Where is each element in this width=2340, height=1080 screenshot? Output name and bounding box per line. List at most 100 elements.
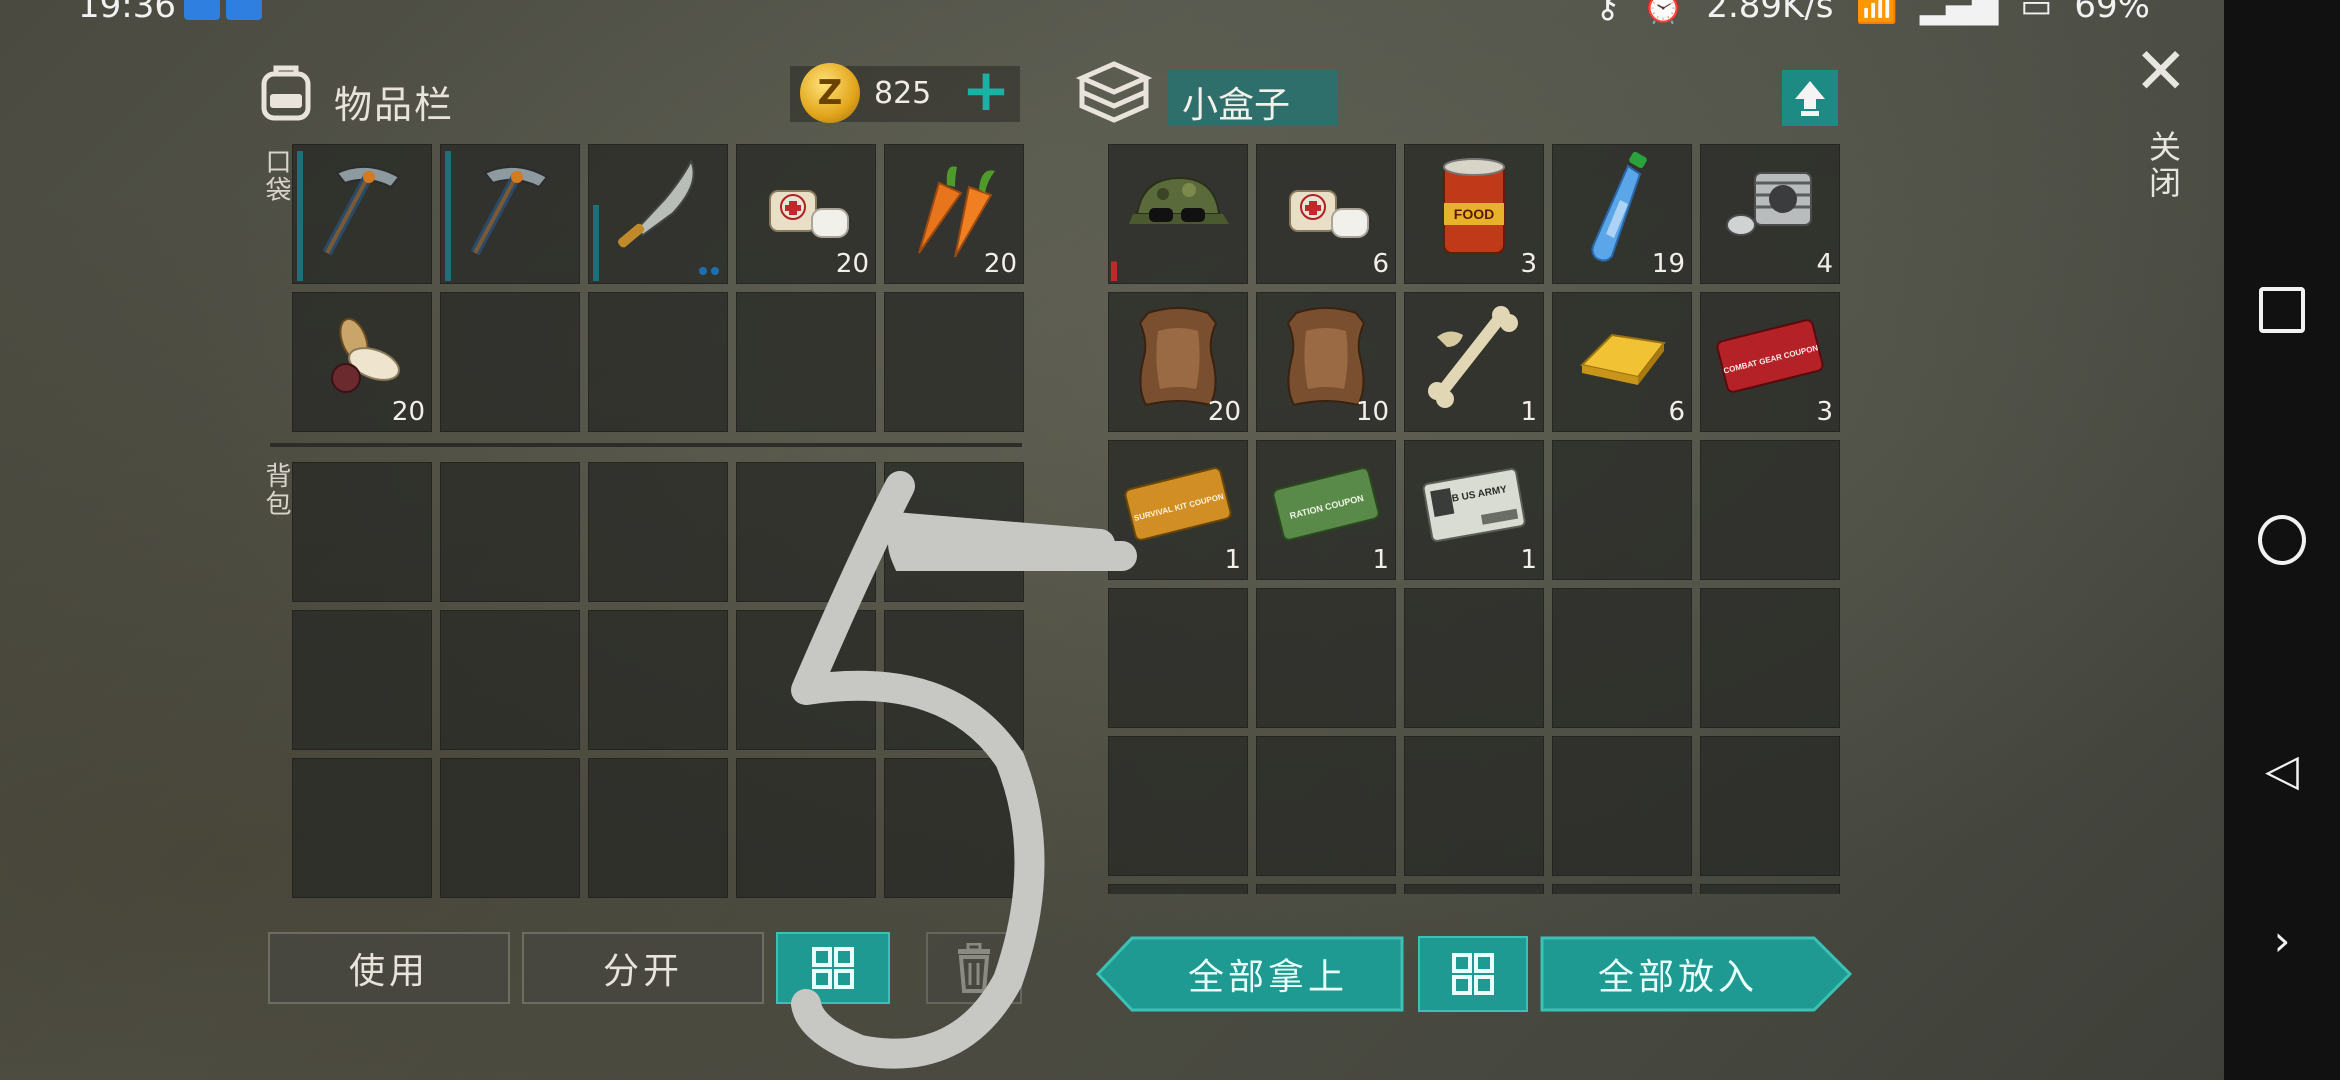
inventory-slot[interactable] bbox=[440, 144, 580, 284]
close-button[interactable]: ✕ bbox=[2134, 40, 2188, 104]
container-slot[interactable]: 4 bbox=[1700, 144, 1840, 284]
put-all-button[interactable]: 全部放入 bbox=[1540, 936, 1816, 1012]
container-slot[interactable]: 1 bbox=[1404, 292, 1544, 432]
home-button[interactable] bbox=[2258, 516, 2306, 564]
network-speed: 2.89K/s bbox=[1706, 0, 1834, 26]
durability-bar bbox=[593, 205, 599, 281]
carrot-icon bbox=[918, 166, 995, 258]
key-icon: ⚷ bbox=[1595, 0, 1620, 26]
item-count: 6 bbox=[1372, 249, 1389, 279]
grid-view-button[interactable] bbox=[776, 932, 890, 1004]
container-slot[interactable] bbox=[1700, 588, 1840, 728]
backpack-slot[interactable] bbox=[736, 610, 876, 750]
container-slot[interactable] bbox=[1404, 736, 1544, 876]
backpack-slot[interactable] bbox=[292, 758, 432, 898]
container-slot[interactable]: 10 bbox=[1256, 292, 1396, 432]
status-bar: 19:36 ⚷ ⏰ 2.89K/s 📶 ▂▄▆ ▭ 69% bbox=[0, 0, 2220, 30]
backpack-slot[interactable] bbox=[588, 758, 728, 898]
take-all-button[interactable]: 全部拿上 bbox=[1130, 936, 1406, 1012]
container-grid-viewport[interactable]: 6 FOOD 3 19 4 20 10 1 6 COMBAT GEAR COUP… bbox=[1108, 144, 1842, 894]
container-grid-view-button[interactable] bbox=[1418, 936, 1528, 1012]
container-slot[interactable] bbox=[1700, 884, 1840, 894]
hide-icon bbox=[1286, 307, 1366, 407]
combat-gear-coupon-icon: COMBAT GEAR COUPON bbox=[1716, 319, 1824, 394]
backpack-slot[interactable] bbox=[884, 462, 1024, 602]
container-slot[interactable] bbox=[1700, 736, 1840, 876]
container-slot[interactable]: 6 bbox=[1256, 144, 1396, 284]
backpack-slot[interactable] bbox=[588, 462, 728, 602]
pocket-label: 口袋 bbox=[261, 148, 291, 204]
trash-button[interactable] bbox=[926, 932, 1022, 1004]
container-slot[interactable]: RATION COUPON 1 bbox=[1256, 440, 1396, 580]
split-button[interactable]: 分开 bbox=[522, 932, 764, 1004]
ration-coupon-icon: RATION COUPON bbox=[1272, 467, 1380, 542]
container-slot[interactable] bbox=[1700, 440, 1840, 580]
notification-icon bbox=[226, 0, 262, 20]
container-slot[interactable]: FOOD 3 bbox=[1404, 144, 1544, 284]
backpack-slot[interactable] bbox=[736, 462, 876, 602]
backpack-slot[interactable] bbox=[588, 610, 728, 750]
item-count: 19 bbox=[1651, 249, 1685, 279]
container-slot[interactable]: 20 bbox=[1108, 292, 1248, 432]
recents-button[interactable] bbox=[2258, 286, 2306, 334]
inventory-slot[interactable] bbox=[588, 144, 728, 284]
wifi-icon: 📶 bbox=[1855, 0, 1898, 26]
container-slot[interactable] bbox=[1108, 588, 1248, 728]
backpack-slot[interactable] bbox=[736, 758, 876, 898]
clock: 19:36 bbox=[78, 0, 176, 26]
inventory-slot[interactable]: 20 bbox=[292, 292, 432, 432]
inventory-slot[interactable]: 20 bbox=[736, 144, 876, 284]
backpack-slot[interactable] bbox=[884, 610, 1024, 750]
item-count: 1 bbox=[1224, 545, 1241, 575]
container-slot[interactable] bbox=[1256, 884, 1396, 894]
container-slot[interactable] bbox=[1552, 884, 1692, 894]
food-can-icon: FOOD bbox=[1443, 158, 1505, 255]
battery-icon: ▭ bbox=[2020, 0, 2053, 26]
container-slot[interactable] bbox=[1108, 736, 1248, 876]
trash-icon bbox=[958, 943, 990, 993]
survival-kit-coupon-icon: SURVIVAL KIT COUPON bbox=[1124, 467, 1232, 542]
inventory-slot[interactable] bbox=[440, 292, 580, 432]
backpack-slot[interactable] bbox=[292, 610, 432, 750]
use-button[interactable]: 使用 bbox=[268, 932, 510, 1004]
item-count: 6 bbox=[1668, 397, 1685, 427]
nav-expand-button[interactable]: › bbox=[2258, 916, 2306, 965]
container-slot[interactable] bbox=[1256, 588, 1396, 728]
section-divider bbox=[270, 443, 1022, 447]
item-count: 1 bbox=[1520, 397, 1537, 427]
pocket-grid: 20 20 20 bbox=[292, 144, 1024, 432]
container-slot[interactable] bbox=[1552, 440, 1692, 580]
container-slot[interactable] bbox=[1404, 884, 1544, 894]
backpack-slot[interactable] bbox=[884, 758, 1024, 898]
container-title: 小盒子 bbox=[1182, 85, 1291, 126]
inventory-slot[interactable] bbox=[588, 292, 728, 432]
container-slot[interactable]: 19 bbox=[1552, 144, 1692, 284]
container-slot[interactable] bbox=[1108, 144, 1248, 284]
container-slot[interactable]: 6 bbox=[1552, 292, 1692, 432]
engine-cylinder-icon bbox=[1726, 172, 1812, 237]
container-slot[interactable] bbox=[1552, 736, 1692, 876]
bandage-icon bbox=[769, 190, 849, 239]
sort-upload-button[interactable] bbox=[1782, 70, 1838, 126]
inventory-slot[interactable] bbox=[884, 292, 1024, 432]
inventory-slot[interactable]: 20 bbox=[884, 144, 1024, 284]
food-can-label: FOOD bbox=[1454, 206, 1494, 222]
container-slot[interactable]: COMBAT GEAR COUPON 3 bbox=[1700, 292, 1840, 432]
backpack-slot[interactable] bbox=[440, 610, 580, 750]
inventory-slot[interactable] bbox=[292, 144, 432, 284]
add-coins-button[interactable]: + bbox=[960, 61, 1012, 119]
container-slot[interactable]: SURVIVAL KIT COUPON 1 bbox=[1108, 440, 1248, 580]
container-slot[interactable] bbox=[1404, 588, 1544, 728]
container-slot[interactable]: B US ARMY 1 bbox=[1404, 440, 1544, 580]
back-button[interactable]: ◁ bbox=[2258, 745, 2306, 796]
upgrade-dots bbox=[687, 267, 719, 275]
backpack-slot[interactable] bbox=[440, 758, 580, 898]
system-nav-bar: ◁ › bbox=[2224, 0, 2340, 1080]
item-count: 20 bbox=[1207, 397, 1241, 427]
inventory-slot[interactable] bbox=[736, 292, 876, 432]
backpack-slot[interactable] bbox=[292, 462, 432, 602]
container-slot[interactable] bbox=[1256, 736, 1396, 876]
container-slot[interactable] bbox=[1552, 588, 1692, 728]
backpack-slot[interactable] bbox=[440, 462, 580, 602]
container-slot[interactable] bbox=[1108, 884, 1248, 894]
